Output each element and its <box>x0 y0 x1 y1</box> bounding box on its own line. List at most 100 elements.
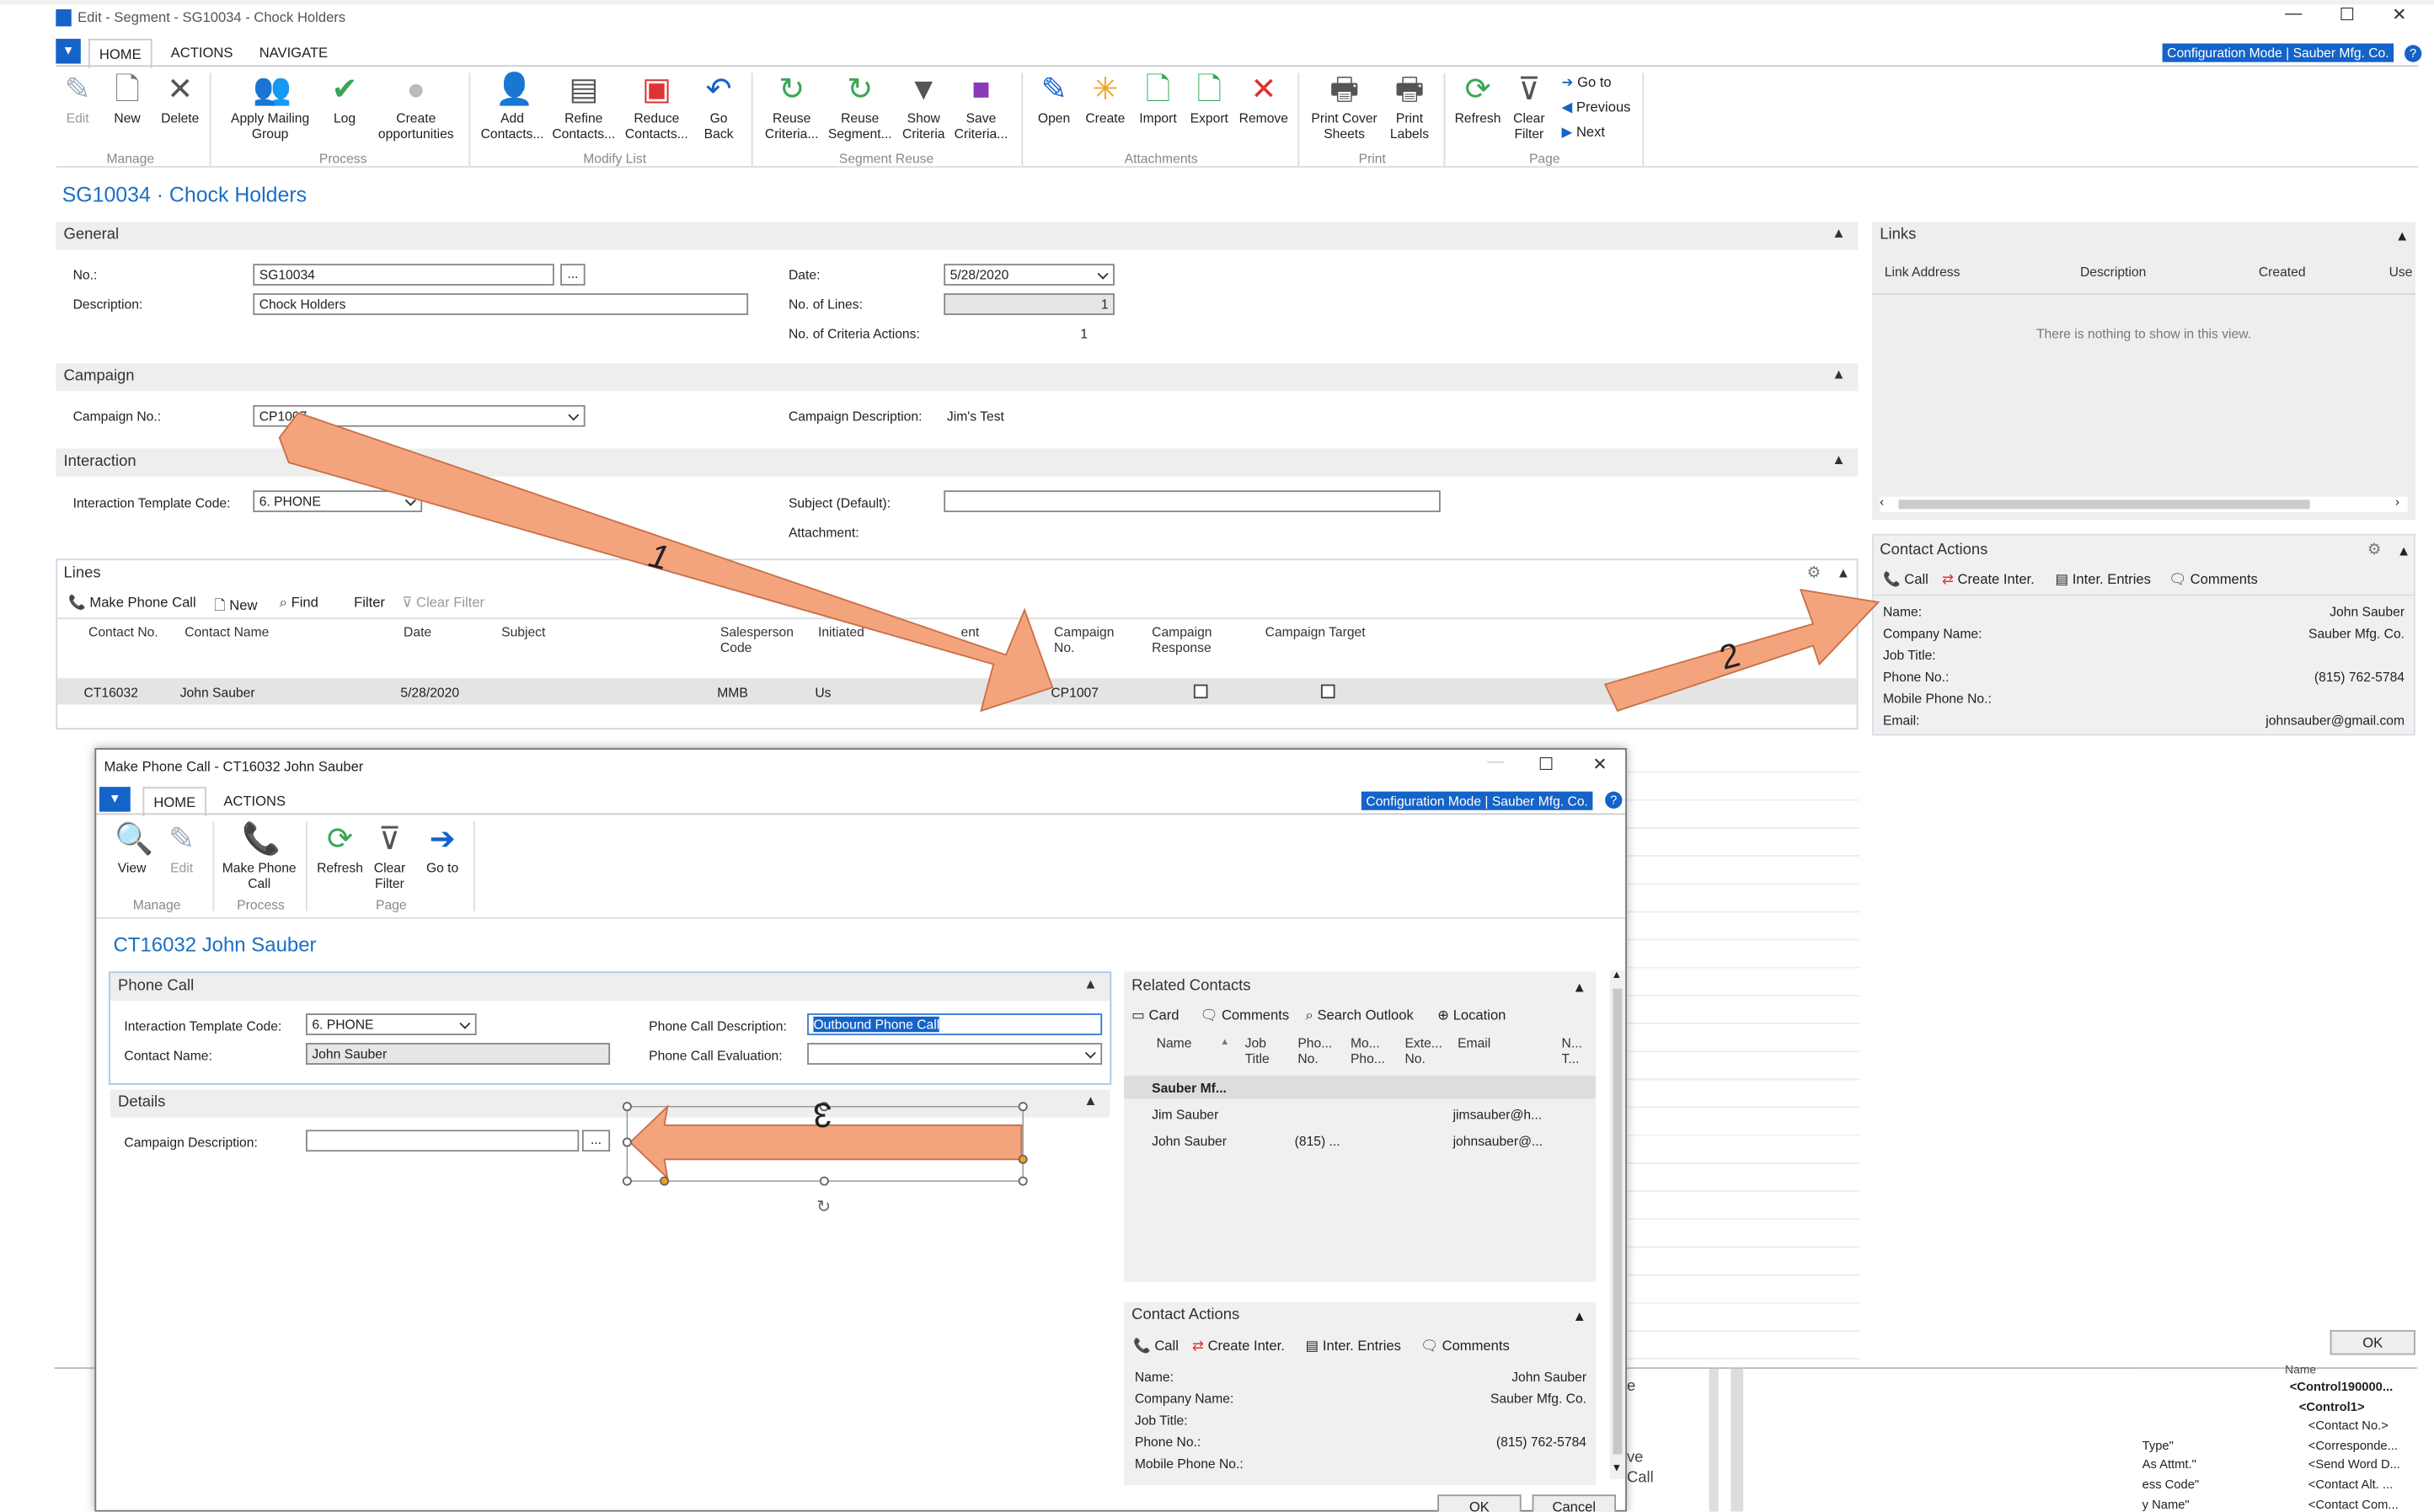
dialog-edit-label: Edit <box>170 859 194 876</box>
dlg-call-description-field[interactable]: Outbound Phone Call <box>807 1013 1103 1035</box>
dlg-create-inter-label: Create Inter. <box>1207 1338 1285 1354</box>
rc-row-name[interactable]: Jim Sauber <box>1152 1107 1218 1122</box>
dlg-contact-name-field: John Sauber <box>305 1043 611 1065</box>
interaction-icon: ⇄ <box>1192 1338 1204 1354</box>
selection-handle[interactable] <box>622 1176 632 1186</box>
dialog-group-manage: Manage <box>132 896 181 913</box>
dialog-clear-filter-button[interactable]: ⊽ Clear Filter <box>370 823 410 891</box>
rotate-handle-icon[interactable]: ↻ <box>816 1196 831 1216</box>
maximize-icon[interactable]: ☐ <box>1538 754 1554 774</box>
dlg-create-inter-button[interactable]: ⇄ Create Inter. <box>1192 1338 1285 1354</box>
search-outlook-label: Search Outlook <box>1317 1007 1414 1023</box>
view-button[interactable]: 🔍 View <box>112 822 154 876</box>
dialog-make-call-label: Make Phone Call <box>222 859 297 891</box>
comment-icon: 🗨 <box>1420 1338 1438 1354</box>
rc-row-name[interactable]: John Sauber <box>1152 1133 1227 1148</box>
dialog-cancel-button[interactable]: Cancel <box>1532 1494 1617 1512</box>
dialog-go-to-button[interactable]: ➔ Go to <box>422 823 463 876</box>
dialog-refresh-button[interactable]: ⟳ Refresh <box>312 823 367 876</box>
dlg-call-button[interactable]: 📞 Call <box>1133 1338 1179 1354</box>
dlg-template-field[interactable]: 6. PHONE <box>305 1013 477 1035</box>
dialog-group-process: Process <box>237 896 285 913</box>
card-button[interactable]: ▭ Card <box>1131 1007 1179 1024</box>
dialog-ok-button[interactable]: OK <box>1437 1494 1522 1512</box>
phone-call-header[interactable]: Phone Call ▲ <box>110 973 1110 1002</box>
dialog-tab-home[interactable]: HOME <box>142 787 207 817</box>
dlg-call-evaluation-field[interactable] <box>807 1043 1103 1065</box>
related-contacts-header: Related Contacts <box>1131 977 1251 996</box>
selection-handle[interactable] <box>1018 1102 1028 1112</box>
chevron-up-icon[interactable]: ▲ <box>1572 1308 1586 1323</box>
view-icon: 🔍 <box>115 822 154 858</box>
dlg-ca-phone-value[interactable]: (815) 762-5784 <box>1496 1434 1586 1449</box>
dlg-comments-label: Comments <box>1442 1338 1510 1354</box>
selection-handle[interactable] <box>622 1102 632 1112</box>
close-icon[interactable]: ✕ <box>1592 754 1607 774</box>
related-comments-label: Comments <box>1221 1007 1290 1023</box>
card-label: Card <box>1148 1007 1180 1023</box>
dlg-call-label: Call <box>1154 1338 1179 1354</box>
dlg-ca-job-title-label: Job Title: <box>1134 1412 1188 1429</box>
chevron-up-icon[interactable]: ▲ <box>1083 1093 1097 1108</box>
col-rc-name[interactable]: Name <box>1157 1035 1192 1050</box>
selection-handle[interactable] <box>622 1137 632 1147</box>
refresh-icon: ⟳ <box>327 822 353 858</box>
annotation-arrow-3-overlay: ↻ 3 <box>622 1096 1028 1216</box>
chevron-up-icon[interactable]: ▲ <box>1572 980 1586 995</box>
dlg-comments-button[interactable]: 🗨 Comments <box>1420 1338 1510 1354</box>
group-divider <box>305 820 308 911</box>
dialog-title: Make Phone Call - CT16032 John Sauber <box>104 758 364 775</box>
dlg-contact-actions-header: Contact Actions <box>1131 1306 1240 1324</box>
selection-handle[interactable] <box>1018 1154 1028 1164</box>
dialog-tab-actions[interactable]: ACTIONS <box>214 787 295 815</box>
col-rc-mobile[interactable]: Mo... Pho... <box>1351 1035 1388 1066</box>
scrollbar-thumb[interactable] <box>1613 988 1623 1455</box>
dlg-ca-name-label: Name: <box>1134 1369 1174 1385</box>
arrow-right-icon: ➔ <box>429 822 456 858</box>
vertical-scrollbar[interactable]: ▲ ▼ <box>1609 970 1626 1479</box>
scroll-down-icon[interactable]: ▼ <box>1612 1463 1623 1474</box>
dialog-app-menu-button[interactable]: ▼ <box>99 787 131 812</box>
col-rc-extension[interactable]: Exte... No. <box>1404 1035 1445 1066</box>
dlg-inter-entries-button[interactable]: ▤ Inter. Entries <box>1306 1338 1401 1354</box>
col-rc-n[interactable]: N... T... <box>1562 1035 1586 1066</box>
selection-handle[interactable] <box>660 1176 670 1186</box>
scroll-up-icon[interactable]: ▲ <box>1612 970 1623 981</box>
selection-handle[interactable] <box>1018 1176 1028 1186</box>
dlg-ca-company-value: Sauber Mfg. Co. <box>1490 1390 1587 1407</box>
dlg-contact-name-label: Contact Name: <box>124 1047 212 1064</box>
search-outlook-button[interactable]: ⌕ Search Outlook <box>1306 1007 1414 1024</box>
minimize-icon[interactable]: — <box>1487 753 1504 772</box>
rc-row-name[interactable]: Sauber Mf... <box>1152 1080 1227 1095</box>
make-phone-call-dialog: Make Phone Call - CT16032 John Sauber — … <box>94 748 1627 1512</box>
related-comments-button[interactable]: 🗨 Comments <box>1200 1007 1289 1024</box>
rc-row-email[interactable]: jimsauber@h... <box>1453 1107 1543 1122</box>
clear-filter-icon: ⊽ <box>377 822 401 858</box>
table-row[interactable]: Jim Sauber jimsauber@h... <box>1124 1102 1596 1125</box>
comment-icon: 🗨 <box>1200 1007 1218 1023</box>
rc-row-email[interactable]: johnsauber@... <box>1453 1133 1543 1148</box>
location-button[interactable]: ⊕ Location <box>1437 1007 1506 1024</box>
chevron-up-icon[interactable]: ▲ <box>1083 976 1097 991</box>
dialog-edit-button[interactable]: ✎ Edit <box>162 823 202 876</box>
table-row[interactable]: Sauber Mf... <box>1123 1075 1597 1099</box>
dlg-inter-entries-label: Inter. Entries <box>1322 1338 1401 1354</box>
rc-row-phone[interactable]: (815) ... <box>1295 1133 1340 1148</box>
dlg-campaign-description-field[interactable] <box>305 1130 580 1152</box>
dialog-config-badge: Configuration Mode | Sauber Mfg. Co. <box>1361 791 1593 810</box>
col-rc-phone[interactable]: Pho... No. <box>1297 1035 1335 1066</box>
col-rc-email[interactable]: Email <box>1458 1035 1490 1050</box>
group-divider <box>212 820 215 911</box>
dialog-make-phone-call-button[interactable]: 📞 Make Phone Call <box>221 823 298 891</box>
selection-handle[interactable] <box>819 1176 829 1186</box>
annotation-arrow-2 <box>1603 588 1880 712</box>
col-rc-job-title[interactable]: Job Title <box>1245 1035 1280 1066</box>
dialog-go-to-label: Go to <box>425 859 459 876</box>
related-contacts-factbox: Related Contacts ▲ ▭ Card 🗨 Comments ⌕ S… <box>1123 971 1597 1282</box>
dlg-lookup-button[interactable]: ... <box>581 1130 611 1152</box>
dlg-ca-phone-label: Phone No.: <box>1134 1434 1201 1450</box>
divider <box>96 813 1626 815</box>
help-icon[interactable]: ? <box>1605 791 1623 809</box>
table-row[interactable]: John Sauber (815) ... johnsauber@... <box>1124 1128 1596 1151</box>
group-divider <box>473 820 475 911</box>
